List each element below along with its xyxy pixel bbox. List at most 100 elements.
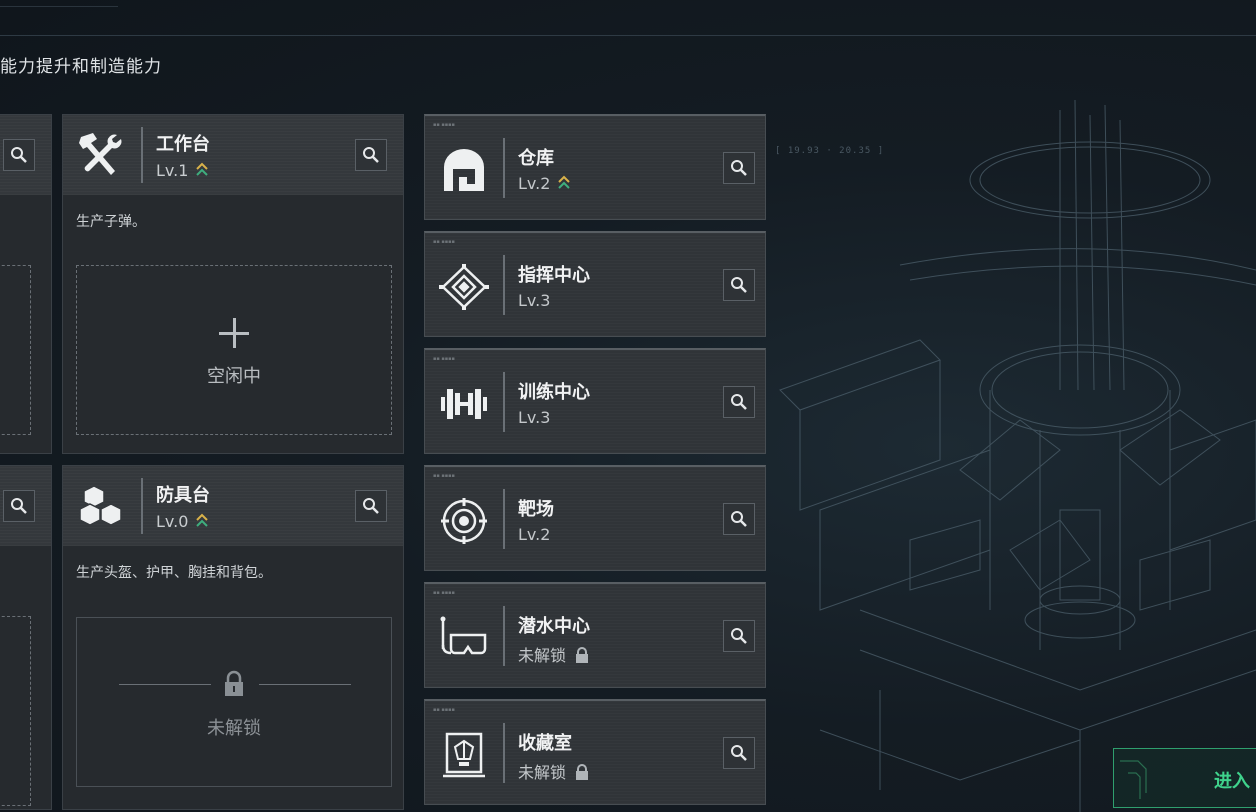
- card-separator: [503, 372, 505, 432]
- level-text: Lv.0: [156, 512, 189, 531]
- production-slot[interactable]: [0, 265, 31, 435]
- card-separator: [503, 723, 505, 783]
- armor-bench-search-button[interactable]: [355, 490, 387, 522]
- search-icon: [731, 511, 747, 527]
- enter-button-label: 进入: [1214, 771, 1250, 792]
- warehouse-icon: [444, 149, 484, 191]
- collection-room-icon: [443, 732, 485, 778]
- facility-card-training-center[interactable]: ▪▪ ▪▪▪▪ 训练中心 Lv.3: [424, 348, 766, 454]
- workbench-card[interactable]: 工作台 Lv.1 生产子弹。 空闲中: [62, 114, 404, 454]
- search-icon: [11, 498, 27, 514]
- facility-level: Lv.3: [518, 291, 551, 310]
- level-text: Lv.2: [518, 174, 551, 193]
- upgrade-arrow-icon: [557, 175, 570, 189]
- search-button[interactable]: [3, 490, 35, 522]
- partial-card-bottom[interactable]: [0, 465, 52, 810]
- level-text: 未解锁: [518, 646, 567, 665]
- workbench-card-header: 工作台 Lv.1: [63, 115, 403, 195]
- facility-level: 未解锁: [518, 642, 589, 666]
- facility-search-button[interactable]: [723, 737, 755, 769]
- search-icon: [363, 498, 379, 514]
- facility-search-button[interactable]: [723, 503, 755, 535]
- header-separator: [141, 127, 143, 183]
- card-tag-decor: ▪▪ ▪▪▪▪: [433, 590, 455, 596]
- circuit-decor: [1120, 760, 1147, 799]
- target-icon: [441, 498, 487, 544]
- search-icon: [731, 745, 747, 761]
- facility-level: Lv.2: [518, 174, 570, 193]
- header-separator: [141, 478, 143, 534]
- facility-name: 收藏室: [518, 733, 572, 754]
- card-tag-decor: ▪▪ ▪▪▪▪: [433, 356, 455, 362]
- facility-card-diving-center[interactable]: ▪▪ ▪▪▪▪ 潜水中心 未解锁: [424, 582, 766, 688]
- facility-name: 指挥中心: [518, 265, 590, 286]
- base-blueprint-illustration: [779, 99, 1256, 812]
- workbench-search-button[interactable]: [355, 139, 387, 171]
- hammer-wrench-icon: [79, 133, 122, 175]
- workbench-production-slot[interactable]: 空闲中: [76, 265, 392, 435]
- diving-mask-icon: [440, 616, 487, 655]
- search-icon: [731, 628, 747, 644]
- production-slot[interactable]: [0, 616, 31, 806]
- facility-card-collection-room[interactable]: ▪▪ ▪▪▪▪ 收藏室 未解锁: [424, 699, 766, 805]
- card-tag-decor: ▪▪ ▪▪▪▪: [433, 239, 455, 245]
- workbench-name: 工作台: [156, 134, 210, 155]
- armor-bench-name: 防具台: [156, 485, 210, 506]
- search-icon: [363, 147, 379, 163]
- dumbbell-icon: [441, 389, 487, 419]
- card-tag-decor: ▪▪ ▪▪▪▪: [433, 122, 455, 128]
- armor-bench-card-header: 防具台 Lv.0: [63, 466, 403, 546]
- card-separator: [503, 606, 505, 666]
- facility-name: 训练中心: [518, 382, 590, 403]
- facility-search-button[interactable]: [723, 152, 755, 184]
- level-text: 未解锁: [518, 763, 567, 782]
- armor-bench-production-slot: 未解锁: [76, 617, 392, 787]
- facility-card-shooting-range[interactable]: ▪▪ ▪▪▪▪ 靶场 Lv.2: [424, 465, 766, 571]
- facility-name: 潜水中心: [518, 616, 590, 637]
- partial-card-top[interactable]: [0, 114, 52, 454]
- page-subtitle: 能力提升和制造能力: [0, 57, 162, 77]
- facility-level: Lv.2: [518, 525, 551, 544]
- header-divider: [0, 35, 1256, 36]
- card-tag-decor: ▪▪ ▪▪▪▪: [433, 707, 455, 713]
- slot-status: 空闲中: [207, 366, 261, 387]
- armor-bench-level: Lv.0: [156, 512, 208, 531]
- command-center-icon: [439, 264, 489, 310]
- header-divider-short: [0, 6, 118, 7]
- search-icon: [11, 147, 27, 163]
- search-icon: [731, 160, 747, 176]
- divider-left: [119, 684, 211, 685]
- lock-icon: [225, 670, 243, 696]
- add-icon: [219, 318, 249, 348]
- enter-button[interactable]: 进入: [1113, 748, 1256, 808]
- facility-search-button[interactable]: [723, 620, 755, 652]
- lock-icon: [576, 764, 589, 780]
- facility-level: 未解锁: [518, 759, 589, 783]
- facility-card-command-center[interactable]: ▪▪ ▪▪▪▪ 指挥中心 Lv.3: [424, 231, 766, 337]
- facility-level: Lv.3: [518, 408, 551, 427]
- cubes-icon: [79, 485, 122, 526]
- card-tag-decor: ▪▪ ▪▪▪▪: [433, 473, 455, 479]
- facility-search-button[interactable]: [723, 386, 755, 418]
- card-separator: [503, 255, 505, 315]
- armor-bench-card[interactable]: 防具台 Lv.0 生产头盔、护甲、胸挂和背包。 未解锁: [62, 465, 404, 810]
- card-separator: [503, 489, 505, 549]
- facility-card-warehouse[interactable]: ▪▪ ▪▪▪▪ 仓库 Lv.2: [424, 114, 766, 220]
- facility-name: 靶场: [518, 499, 554, 520]
- search-button[interactable]: [3, 139, 35, 171]
- facility-search-button[interactable]: [723, 269, 755, 301]
- upgrade-arrow-icon: [195, 162, 208, 176]
- level-text: Lv.1: [156, 161, 189, 180]
- coordinate-readout-decor: [ 19.93 · 20.35 ]: [775, 146, 885, 156]
- card-separator: [503, 138, 505, 198]
- lock-icon: [576, 647, 589, 663]
- workbench-level: Lv.1: [156, 161, 208, 180]
- armor-bench-description: 生产头盔、护甲、胸挂和背包。: [76, 565, 272, 581]
- search-icon: [731, 277, 747, 293]
- search-icon: [731, 394, 747, 410]
- workbench-description: 生产子弹。: [76, 214, 146, 230]
- base-screen: [ 19.93 · 20.35 ] 能力提升和制造能力 工作台 Lv.1 生产子…: [0, 0, 1256, 812]
- divider-right: [259, 684, 351, 685]
- facility-name: 仓库: [518, 148, 554, 169]
- slot-status: 未解锁: [207, 718, 261, 739]
